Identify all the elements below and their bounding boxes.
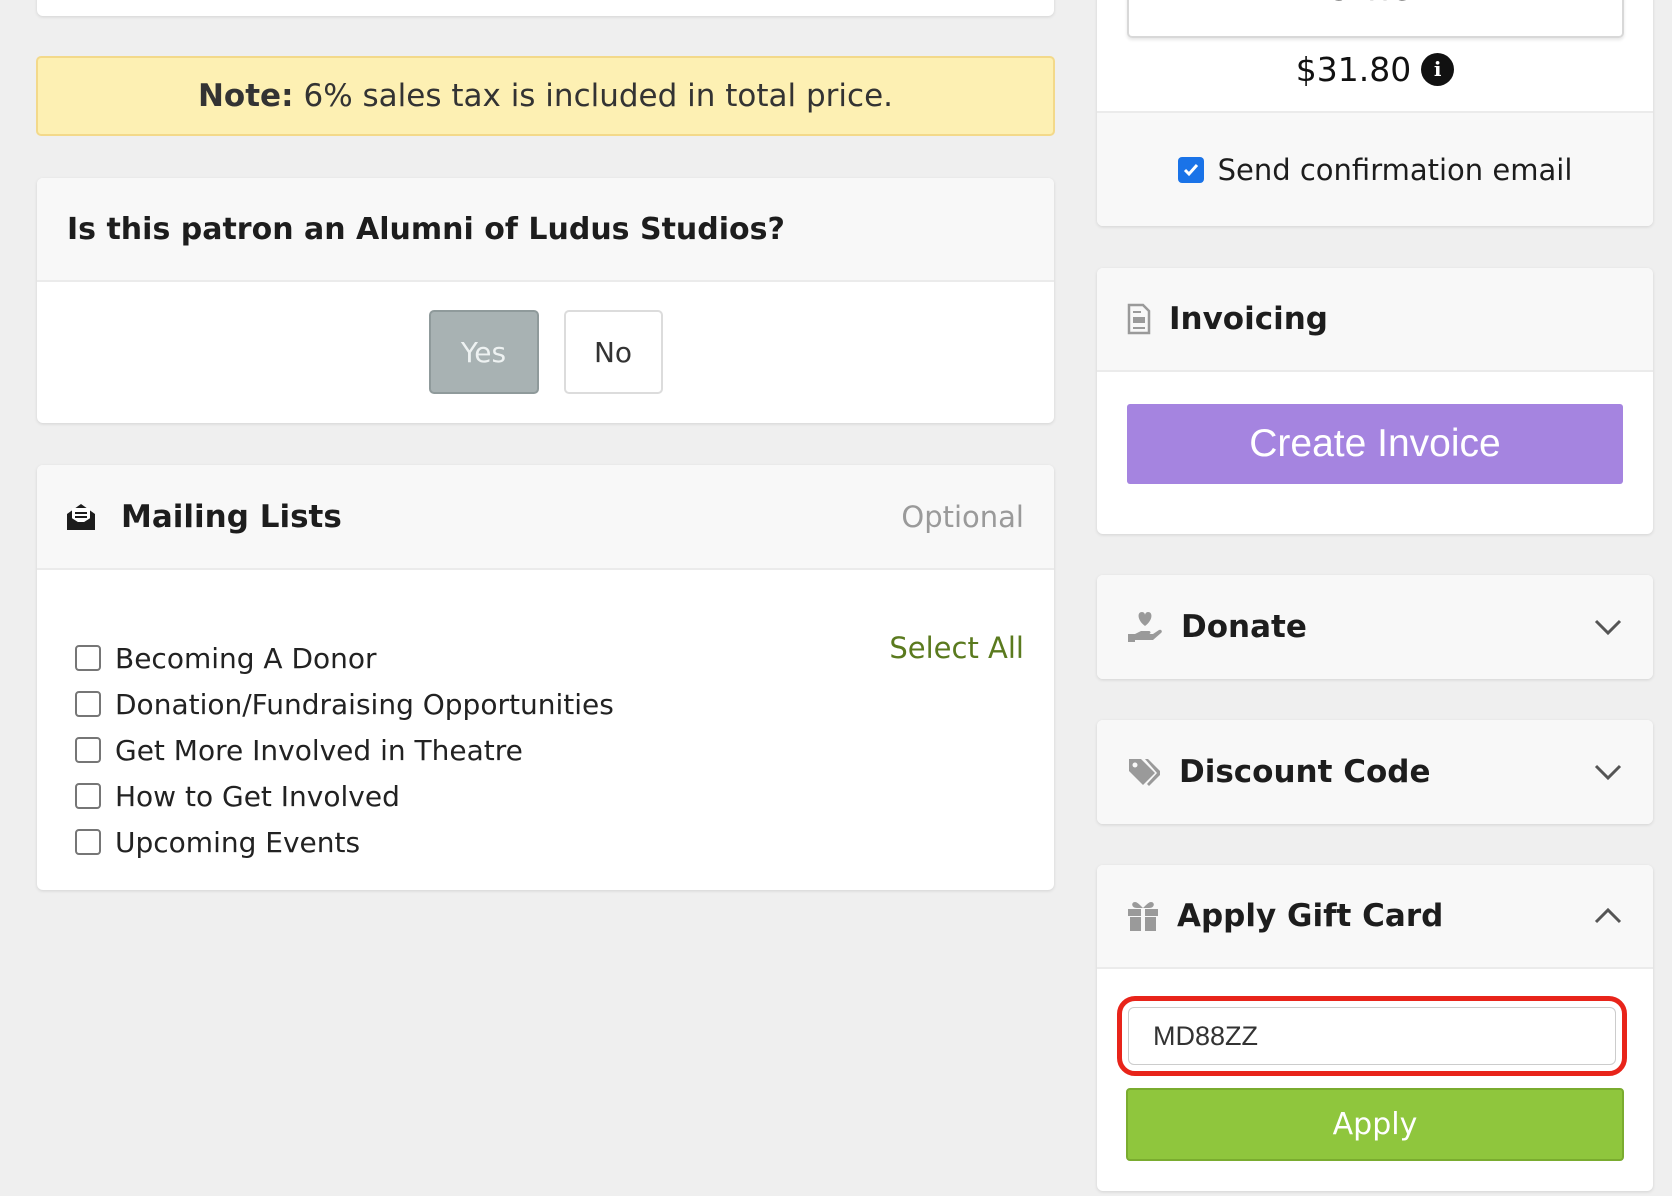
chevron-down-icon[interactable] — [1593, 618, 1623, 636]
other-amount-label: Other — [1129, 0, 1622, 9]
apply-gift-card-button[interactable]: Apply — [1126, 1088, 1624, 1161]
gift-card-input-highlight — [1117, 996, 1627, 1076]
yes-no-group: Yes No — [37, 310, 1054, 394]
invoicing-title: Invoicing — [1169, 301, 1328, 337]
note-text: 6% sales tax is included in total price. — [303, 78, 894, 114]
chevron-down-icon[interactable] — [1593, 763, 1623, 781]
mailing-list-options: Becoming A Donor Donation/Fundraising Op… — [75, 635, 614, 865]
donate-header[interactable]: Donate — [1097, 575, 1653, 679]
tags-icon — [1127, 757, 1161, 787]
discount-code-header[interactable]: Discount Code — [1097, 720, 1653, 824]
no-button[interactable]: No — [563, 310, 663, 394]
hand-holding-heart-icon — [1127, 610, 1163, 644]
gift-card-title: Apply Gift Card — [1177, 898, 1444, 934]
mailing-lists-title: Mailing Lists — [121, 498, 342, 535]
discount-code-section[interactable]: Discount Code — [1097, 720, 1653, 824]
list-item[interactable]: Becoming A Donor — [75, 635, 614, 681]
mailing-item-label: Becoming A Donor — [115, 641, 377, 675]
mailing-lists-card: Mailing Lists Optional Select All Becomi… — [37, 465, 1054, 890]
mailing-item-label: Get More Involved in Theatre — [115, 733, 523, 767]
confirmation-checkbox[interactable] — [1177, 156, 1204, 183]
other-amount-button[interactable]: Other — [1127, 0, 1624, 38]
note-label: Note: — [197, 78, 294, 114]
confirmation-label: Send confirmation email — [1217, 152, 1573, 187]
alumni-question-header: Is this patron an Alumni of Ludus Studio… — [37, 178, 1054, 282]
envelope-open-icon — [65, 502, 97, 532]
mailing-checkbox[interactable] — [75, 829, 101, 855]
mailing-checkbox[interactable] — [75, 645, 101, 671]
yes-button[interactable]: Yes — [428, 310, 539, 394]
mailing-lists-header: Mailing Lists Optional — [37, 465, 1054, 570]
previous-card-bottom — [37, 0, 1054, 16]
donate-title: Donate — [1181, 609, 1307, 645]
list-item[interactable]: How to Get Involved — [75, 773, 614, 819]
optional-label: Optional — [901, 499, 1024, 534]
alumni-question-card: Is this patron an Alumni of Ludus Studio… — [37, 178, 1054, 423]
list-item[interactable]: Get More Involved in Theatre — [75, 727, 614, 773]
mailing-item-label: Upcoming Events — [115, 825, 361, 859]
gift-card-code-input[interactable] — [1128, 1007, 1616, 1065]
mailing-item-label: Donation/Fundraising Opportunities — [115, 687, 614, 721]
donate-section[interactable]: Donate — [1097, 575, 1653, 679]
gift-icon — [1127, 900, 1159, 932]
discount-code-title: Discount Code — [1179, 754, 1431, 790]
mailing-item-label: How to Get Involved — [115, 779, 400, 813]
alumni-question-text: Is this patron an Alumni of Ludus Studio… — [67, 211, 785, 247]
select-all-link[interactable]: Select All — [889, 631, 1024, 665]
invoicing-header: Invoicing — [1097, 268, 1653, 372]
mailing-checkbox[interactable] — [75, 783, 101, 809]
tax-note-banner: Note: 6% sales tax is included in total … — [36, 56, 1055, 136]
total-price: $31.80 i — [1097, 48, 1653, 90]
mailing-checkbox[interactable] — [75, 737, 101, 763]
gift-card-section: Apply Gift Card Apply — [1097, 865, 1653, 1191]
create-invoice-button[interactable]: Create Invoice — [1127, 404, 1623, 484]
total-price-value: $31.80 — [1295, 49, 1412, 89]
list-item[interactable]: Donation/Fundraising Opportunities — [75, 681, 614, 727]
chevron-up-icon[interactable] — [1593, 907, 1623, 925]
gift-card-header[interactable]: Apply Gift Card — [1097, 865, 1653, 969]
mailing-checkbox[interactable] — [75, 691, 101, 717]
price-card: Other $31.80 i Send confirmation email — [1097, 0, 1653, 226]
info-icon[interactable]: i — [1421, 52, 1455, 86]
invoicing-card: Invoicing Create Invoice — [1097, 268, 1653, 534]
confirmation-email-row[interactable]: Send confirmation email — [1097, 111, 1653, 226]
list-item[interactable]: Upcoming Events — [75, 819, 614, 865]
file-invoice-icon — [1127, 303, 1151, 335]
